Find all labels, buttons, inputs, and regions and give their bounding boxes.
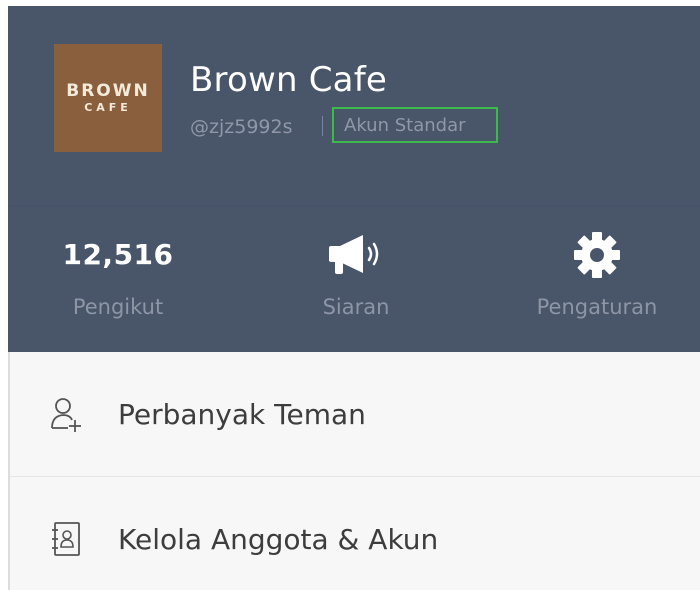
menu-label-add-friends: Perbanyak Teman xyxy=(118,398,366,431)
contact-book-icon xyxy=(50,521,82,557)
settings-label: Pengaturan xyxy=(536,295,658,319)
settings-button[interactable]: Pengaturan xyxy=(497,231,697,319)
followers-label: Pengikut xyxy=(72,295,164,319)
gear-icon xyxy=(497,231,697,279)
logo-text-top: BROWN xyxy=(66,81,150,101)
account-panel: BROWN CAFE Brown Cafe @zjz5992s Akun Sta… xyxy=(8,6,700,590)
brand-logo: BROWN CAFE xyxy=(54,44,162,152)
profile-header: BROWN CAFE Brown Cafe @zjz5992s Akun Sta… xyxy=(8,6,700,352)
account-name: Brown Cafe xyxy=(190,60,387,100)
handle-separator xyxy=(322,116,323,136)
header-divider xyxy=(8,205,700,206)
menu-item-add-friends[interactable]: Perbanyak Teman xyxy=(8,352,700,476)
menu-item-manage-members[interactable]: Kelola Anggota & Akun xyxy=(8,477,700,590)
account-type-badge: Akun Standar xyxy=(332,107,498,143)
add-friend-icon xyxy=(50,396,82,432)
megaphone-icon xyxy=(256,231,456,279)
left-border xyxy=(8,352,10,590)
account-handle: @zjz5992s xyxy=(190,116,293,138)
broadcast-label: Siaran xyxy=(322,295,390,319)
menu-label-manage-members: Kelola Anggota & Akun xyxy=(118,523,439,556)
followers-count: 12,516 xyxy=(62,238,174,271)
followers-stat[interactable]: 12,516 Pengikut xyxy=(18,231,218,319)
logo-text-bottom: CAFE xyxy=(84,101,132,114)
broadcast-button[interactable]: Siaran xyxy=(256,231,456,319)
